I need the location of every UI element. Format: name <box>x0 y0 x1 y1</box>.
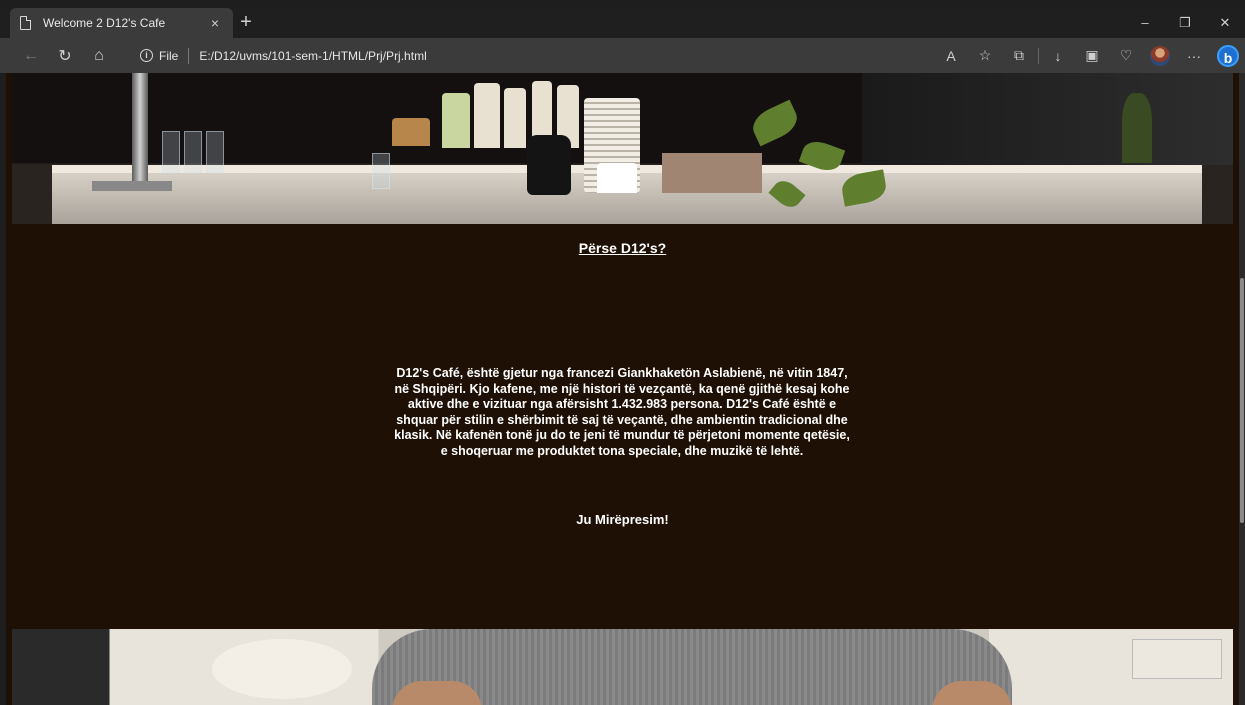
page-icon <box>20 16 31 30</box>
tab-close-button[interactable]: × <box>207 15 223 31</box>
toolbar-divider <box>1038 47 1039 64</box>
new-tab-button[interactable]: + <box>236 10 256 34</box>
url-text[interactable]: E:/D12/uvms/101-sem-1/HTML/Prj/Prj.html <box>199 49 426 63</box>
home-icon[interactable]: ⌂ <box>82 47 116 65</box>
close-window-button[interactable]: ✕ <box>1205 8 1245 38</box>
page-scrollbar[interactable] <box>1239 73 1245 705</box>
more-icon[interactable]: ··· <box>1177 48 1211 64</box>
cafe-counter-image <box>12 73 1233 224</box>
url-scheme-label: File <box>159 48 179 63</box>
tab-title: Welcome 2 D12's Cafe <box>43 16 166 30</box>
scrollbar-thumb[interactable] <box>1240 278 1244 523</box>
reload-icon[interactable]: ↻ <box>48 46 82 66</box>
essentials-icon[interactable]: ♡ <box>1109 47 1143 64</box>
welcome-text: Ju Mirëpresim! <box>576 512 669 527</box>
info-icon[interactable]: i <box>140 49 153 62</box>
restore-button[interactable]: ❐ <box>1165 8 1205 38</box>
minimize-button[interactable]: – <box>1125 8 1165 38</box>
page-viewport: Përse D12's? D12's Café, është gjetur ng… <box>6 73 1239 705</box>
url-divider <box>188 47 190 64</box>
about-paragraph: D12's Café, është gjetur nga francezi Gi… <box>394 366 850 458</box>
profile-avatar[interactable] <box>1150 45 1170 66</box>
favorite-icon[interactable]: ☆ <box>968 47 1002 64</box>
read-aloud-icon[interactable]: A <box>934 48 968 64</box>
extensions-icon[interactable]: ⧉ <box>1002 47 1036 64</box>
title-bar: Welcome 2 D12's Cafe × + – ❐ ✕ <box>0 8 1245 38</box>
about-section: Përse D12's? D12's Café, është gjetur ng… <box>6 224 1239 629</box>
downloads-icon[interactable]: ↓ <box>1041 48 1075 64</box>
address-bar[interactable]: i File E:/D12/uvms/101-sem-1/HTML/Prj/Pr… <box>140 43 960 68</box>
back-icon[interactable]: ← <box>14 47 48 65</box>
collections-icon[interactable]: ▣ <box>1075 47 1109 64</box>
about-heading: Përse D12's? <box>578 240 667 256</box>
browser-tab[interactable]: Welcome 2 D12's Cafe × <box>10 8 233 38</box>
browser-toolbar: ← ↻ ⌂ i File E:/D12/uvms/101-sem-1/HTML/… <box>0 38 1245 73</box>
bing-icon[interactable]: b <box>1217 44 1239 67</box>
toolbar-right-tools: A ☆ ⧉ ↓ ▣ ♡ ··· b <box>934 38 1239 73</box>
barista-image <box>12 629 1233 705</box>
window-controls: – ❐ ✕ <box>1125 8 1245 38</box>
